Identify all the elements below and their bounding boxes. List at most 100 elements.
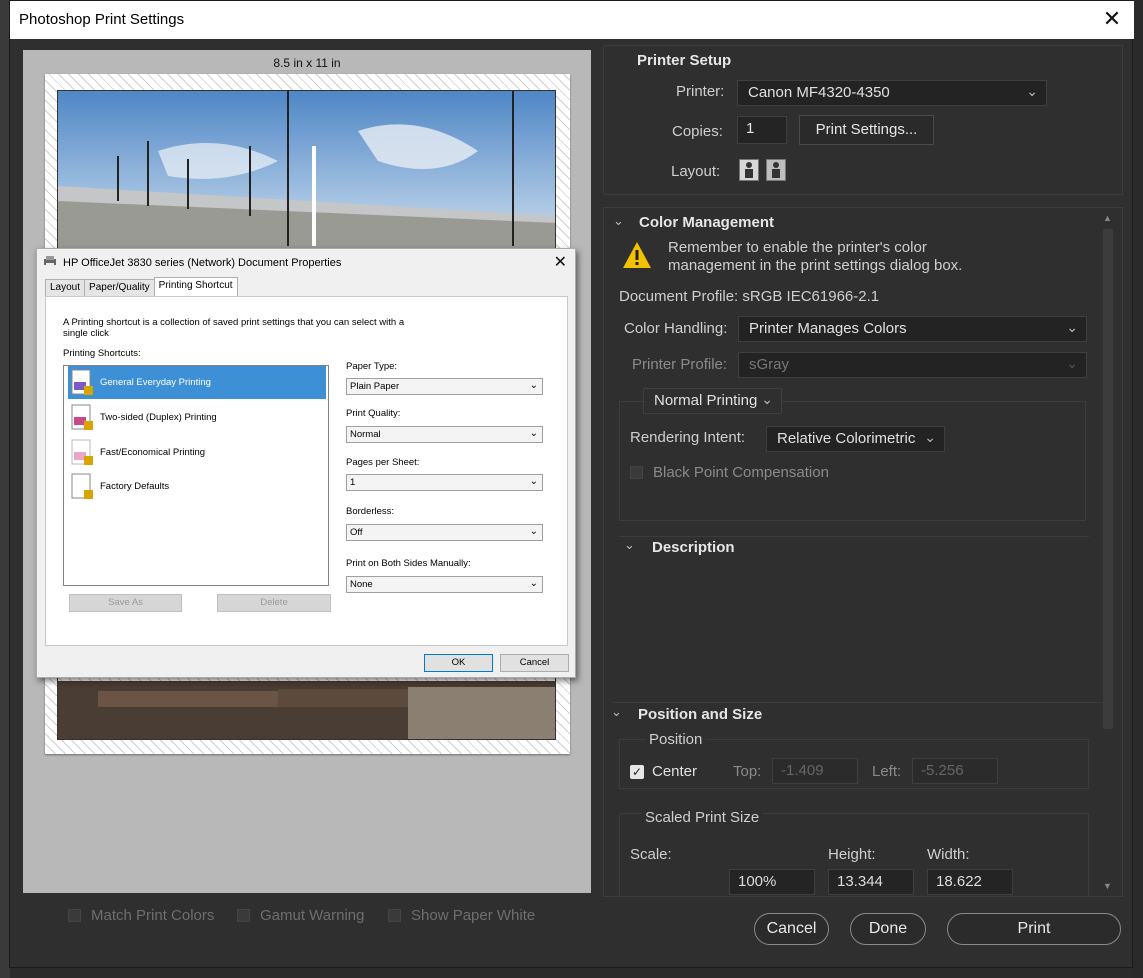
landscape-layout-icon[interactable] <box>766 159 786 181</box>
close-icon[interactable]: ✕ <box>1100 7 1124 31</box>
list-item[interactable]: Factory Defaults <box>68 470 326 503</box>
tab-paper-quality[interactable]: Paper/Quality <box>84 279 155 296</box>
color-management-title: Color Management <box>639 214 775 231</box>
delete-button: Delete <box>217 594 331 612</box>
center-checkbox[interactable]: ✓ <box>630 765 644 779</box>
scale-input[interactable]: 100% <box>729 869 815 895</box>
height-input[interactable]: 13.344 <box>828 869 914 895</box>
chevron-down-icon: ⌄ <box>1026 83 1038 99</box>
printer-label: Printer: <box>676 83 725 100</box>
position-size-title: Position and Size <box>638 706 763 723</box>
description-divider <box>619 536 1089 537</box>
both-sides-select[interactable]: None ⌄ <box>346 576 543 593</box>
center-label: Center <box>652 763 698 780</box>
paper-size-label: 8.5 in x 11 in <box>273 56 341 70</box>
shortcuts-list: General Everyday Printing Two-sided (Dup… <box>63 365 329 586</box>
printer-value: Canon MF4320-4350 <box>748 84 890 101</box>
hp-cancel-button[interactable]: Cancel <box>500 654 569 672</box>
pages-per-sheet-select[interactable]: 1 ⌄ <box>346 474 543 491</box>
scroll-up-icon[interactable]: ▲ <box>1103 213 1112 223</box>
black-point-checkbox <box>630 466 643 479</box>
printer-icon <box>43 255 57 270</box>
shortcut-label: General Everyday Printing <box>100 377 211 388</box>
layout-label: Layout: <box>671 163 721 180</box>
chevron-down-icon: ⌄ <box>1066 355 1078 371</box>
tab-printing-shortcut[interactable]: Printing Shortcut <box>153 277 238 296</box>
done-button[interactable]: Done <box>850 913 926 945</box>
printer-profile-value: sGray <box>749 356 790 373</box>
height-label: Height: <box>828 846 876 863</box>
print-settings-button[interactable]: Print Settings... <box>799 115 934 145</box>
color-management-collapse-icon[interactable]: ⌄ <box>613 213 624 229</box>
match-print-colors-option[interactable]: Match Print Colors <box>68 907 214 924</box>
preview-options: Match Print Colors Gamut Warning Show Pa… <box>10 907 610 929</box>
width-label: Width: <box>927 846 970 863</box>
left-label: Left: <box>872 763 902 780</box>
rendering-intent-dropdown[interactable]: Relative Colorimetric ⌄ <box>766 426 945 452</box>
gamut-warning-checkbox[interactable] <box>237 909 250 922</box>
paper-type-value: Plain Paper <box>350 381 400 392</box>
shortcut-label: Two-sided (Duplex) Printing <box>100 412 217 423</box>
copies-label: Copies: <box>672 123 723 140</box>
both-sides-value: None <box>350 579 373 590</box>
printer-setup-title: Printer Setup <box>637 52 732 69</box>
borderless-label: Borderless: <box>346 506 395 517</box>
hp-tabs: Layout Paper/Quality Printing Shortcut <box>45 277 238 296</box>
color-handling-value: Printer Manages Colors <box>749 320 907 337</box>
chevron-down-icon: ⌄ <box>529 476 538 487</box>
match-print-colors-checkbox[interactable] <box>68 909 81 922</box>
width-input[interactable]: 18.622 <box>927 869 1013 895</box>
copies-input[interactable]: 1 <box>737 116 787 144</box>
list-item[interactable]: General Everyday Printing <box>68 366 326 399</box>
hp-dialog-title: HP OfficeJet 3830 series (Network) Docum… <box>63 256 342 269</box>
title-bar: Photoshop Print Settings ✕ <box>10 1 1134 39</box>
print-quality-select[interactable]: Normal ⌄ <box>346 426 543 443</box>
color-handling-dropdown[interactable]: Printer Manages Colors ⌄ <box>738 316 1087 342</box>
color-warning-text: Remember to enable the printer's color m… <box>668 239 963 274</box>
borderless-select[interactable]: Off ⌄ <box>346 524 543 541</box>
background-app-right <box>1133 0 1143 978</box>
list-item[interactable]: Fast/Economical Printing <box>68 436 326 469</box>
printer-dropdown[interactable]: Canon MF4320-4350 ⌄ <box>737 80 1047 106</box>
chevron-down-icon: ⌄ <box>529 578 538 589</box>
rendering-intent-value: Relative Colorimetric <box>777 430 916 447</box>
portrait-layout-icon[interactable] <box>739 159 759 181</box>
rendering-intent-label: Rendering Intent: <box>630 429 746 446</box>
cancel-button[interactable]: Cancel <box>754 913 829 945</box>
hp-properties-dialog: HP OfficeJet 3830 series (Network) Docum… <box>36 248 576 678</box>
pages-per-sheet-label: Pages per Sheet: <box>346 457 420 468</box>
duplex-icon <box>68 403 96 433</box>
hp-title-bar: HP OfficeJet 3830 series (Network) Docum… <box>43 255 341 270</box>
window-title: Photoshop Print Settings <box>19 11 185 28</box>
ok-button[interactable]: OK <box>424 654 493 672</box>
show-paper-white-checkbox[interactable] <box>388 909 401 922</box>
chevron-down-icon: ⌄ <box>529 526 538 537</box>
hp-tab-content: A Printing shortcut is a collection of s… <box>45 296 568 646</box>
pages-per-sheet-value: 1 <box>350 477 356 488</box>
close-icon[interactable]: ✕ <box>554 252 567 272</box>
list-item[interactable]: Two-sided (Duplex) Printing <box>68 401 326 434</box>
print-mode-dropdown[interactable]: Normal Printing ⌄ <box>643 388 782 414</box>
description-collapse-icon[interactable]: ⌄ <box>624 537 635 553</box>
printer-profile-dropdown: sGray ⌄ <box>738 352 1087 378</box>
tab-layout[interactable]: Layout <box>45 279 86 296</box>
chevron-down-icon: ⌄ <box>529 380 538 391</box>
print-quality-label: Print Quality: <box>346 408 401 419</box>
gamut-warning-option[interactable]: Gamut Warning <box>237 907 364 924</box>
position-divider <box>613 702 1103 703</box>
print-button[interactable]: Print <box>947 913 1121 945</box>
print-mode-value: Normal Printing <box>654 392 758 409</box>
economy-icon <box>68 438 96 468</box>
scroll-down-icon[interactable]: ▼ <box>1103 881 1112 891</box>
position-size-collapse-icon[interactable]: ⌄ <box>611 704 622 720</box>
scale-label: Scale: <box>630 846 672 863</box>
both-sides-label: Print on Both Sides Manually: <box>346 558 471 569</box>
position-label: Position <box>646 731 706 748</box>
shortcut-label: Factory Defaults <box>100 481 170 492</box>
settings-scrollbar[interactable] <box>1103 229 1113 729</box>
description-title: Description <box>652 539 735 556</box>
document-profile-text: Document Profile: sRGB IEC61966-2.1 <box>619 288 880 305</box>
paper-type-select[interactable]: Plain Paper ⌄ <box>346 378 543 395</box>
show-paper-white-option[interactable]: Show Paper White <box>388 907 535 924</box>
defaults-icon <box>68 472 96 502</box>
